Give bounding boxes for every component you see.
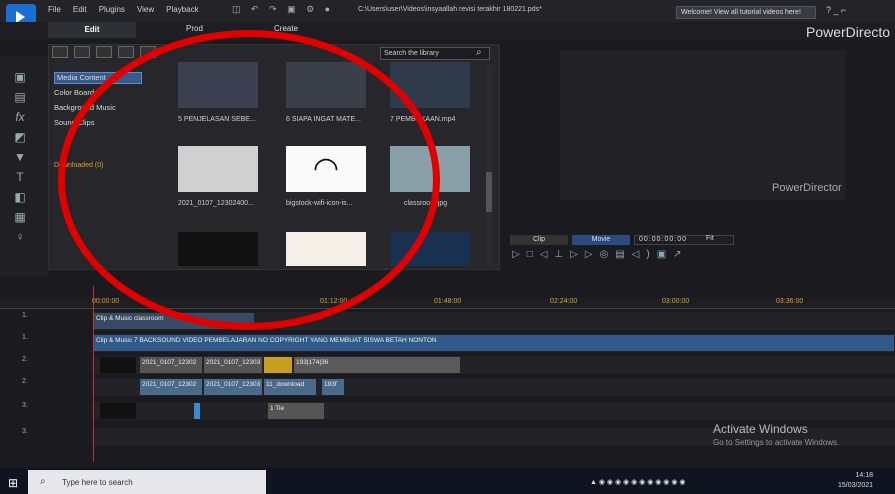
timeline-clip[interactable]: 2021_0107_12303: [204, 357, 262, 373]
preview-screen: [560, 50, 846, 200]
activate-windows-title: Activate Windows: [713, 422, 808, 436]
fit-dropdown[interactable]: Fit: [706, 235, 714, 242]
toolbar-icons[interactable]: ◫ ↶ ↷ ▣ ⚙ ●: [232, 4, 334, 15]
welcome-banner[interactable]: Welcome! View all tutorial videos here!: [676, 6, 816, 19]
menu-view[interactable]: View: [137, 5, 154, 14]
brand-label: PowerDirecto: [806, 24, 891, 40]
timecode-display[interactable]: 00:00:00:00: [634, 235, 734, 245]
menu-playback[interactable]: Playback: [166, 5, 198, 14]
menu-bar: File Edit Plugins View Playback: [48, 5, 199, 14]
menu-plugins[interactable]: Plugins: [99, 5, 125, 14]
image-filter-icon[interactable]: [96, 46, 112, 58]
timeline-clip[interactable]: [264, 357, 292, 373]
timeline-audio-clip[interactable]: 2021_0107_12303: [204, 379, 262, 395]
clip-button[interactable]: Clip: [510, 235, 568, 245]
particle-icon[interactable]: ◧: [12, 190, 28, 204]
fx-icon[interactable]: fx: [12, 110, 28, 124]
color-board-icon[interactable]: ▤: [12, 90, 28, 104]
red-ellipse-annotation: [58, 30, 440, 330]
ruler-label: 03:36:00: [776, 298, 804, 305]
search-input[interactable]: Search the library: [380, 47, 490, 60]
timeline-audio-clip[interactable]: 11_download: [264, 379, 316, 395]
ruler-label: 01:48:00: [434, 298, 462, 305]
subtitle-icon[interactable]: ▦: [12, 210, 28, 224]
windows-start-icon[interactable]: ⊞: [8, 476, 18, 490]
timeline-clip[interactable]: 193|174|36: [294, 357, 460, 373]
activate-windows-sub: Go to Settings to activate Windows.: [713, 438, 840, 447]
search-icon: ⌕: [40, 476, 46, 487]
project-path: C:\Users\user\Videos\insyaallah revisi t…: [358, 6, 542, 13]
timeline-clip[interactable]: 1 Tie: [268, 403, 324, 419]
clip-movie-toggle: Clip Movie: [510, 235, 630, 245]
timeline-audio-clip[interactable]: Clip & Music 7 BACKSOUND VIDEO PEMBELAJA…: [94, 335, 894, 351]
video-filter-icon[interactable]: [74, 46, 90, 58]
track-lane: [92, 402, 895, 420]
window-controls[interactable]: ? _ ⌐: [826, 5, 846, 15]
timeline-audio-clip[interactable]: 2021_0107_12302: [140, 379, 202, 395]
timeline-clip[interactable]: [194, 403, 200, 419]
timeline-clip[interactable]: 2021_0107_12302: [140, 357, 202, 373]
tab-edit[interactable]: Edit: [48, 22, 136, 38]
menu-file[interactable]: File: [48, 5, 61, 14]
pip-icon[interactable]: ◩: [12, 130, 28, 144]
timeline-clip[interactable]: [100, 357, 136, 373]
ruler-label: 00:00:00: [92, 298, 120, 305]
import-icon[interactable]: [52, 46, 68, 58]
transition-icon[interactable]: ▼: [12, 150, 28, 164]
library-scroll-thumb[interactable]: [486, 172, 492, 212]
timeline-clip[interactable]: [100, 403, 136, 419]
system-tray[interactable]: ▲ ◉ ◉ ◉ ◉ ◉ ◉ ◉ ◉ ◉ ◉ ◉: [590, 478, 686, 486]
playback-controls[interactable]: ▷□◁⊥▷▷◎▤◁)▣↗: [512, 249, 689, 260]
audio-filter-icon[interactable]: [118, 46, 134, 58]
movie-button[interactable]: Movie: [572, 235, 630, 245]
preview-watermark: PowerDirector: [772, 182, 842, 194]
taskbar-search[interactable]: Type here to search: [28, 470, 266, 494]
taskbar-clock[interactable]: 14:18 15/03/2021: [838, 471, 873, 491]
tab-produce[interactable]: Prod: [186, 24, 203, 33]
title-icon[interactable]: T: [12, 170, 28, 184]
timeline-audio-clip[interactable]: 193f: [322, 379, 344, 395]
ruler-label: 03:00:00: [662, 298, 690, 305]
playhead[interactable]: [93, 286, 94, 462]
search-icon[interactable]: ⌕: [476, 47, 482, 58]
menu-edit[interactable]: Edit: [73, 5, 87, 14]
library-scrollbar[interactable]: [486, 66, 492, 266]
voice-icon[interactable]: ♀: [12, 230, 28, 244]
media-room-icon[interactable]: ▣: [12, 70, 28, 84]
ruler-label: 02:24:00: [550, 298, 578, 305]
